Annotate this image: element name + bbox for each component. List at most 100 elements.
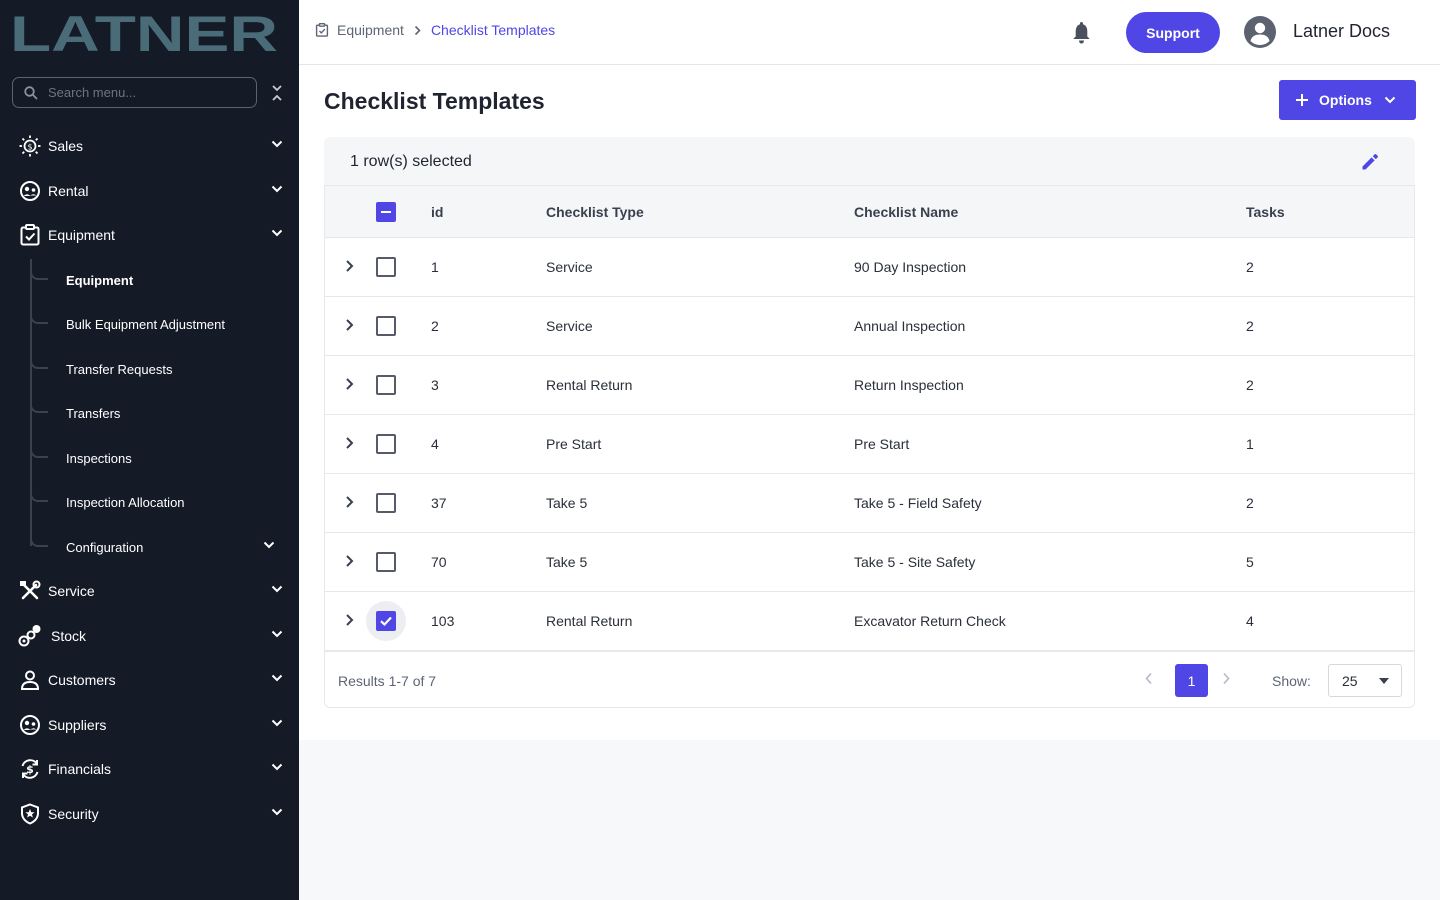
equipment-icon — [18, 223, 42, 247]
svg-text:$: $ — [27, 143, 32, 152]
page-button-current[interactable]: 1 — [1175, 664, 1208, 697]
row-checkbox[interactable] — [376, 552, 396, 572]
row-checkbox[interactable] — [376, 434, 396, 454]
sidebar-subitem-label: Inspection Allocation — [66, 494, 185, 510]
chevron-right-icon[interactable] — [345, 495, 354, 509]
cell-id: 1 — [431, 259, 439, 275]
sidebar-item-security[interactable]: Security — [0, 794, 299, 834]
chevron-right-icon[interactable] — [345, 318, 354, 332]
cell-tasks: 2 — [1246, 318, 1254, 334]
table-row[interactable]: 37 Take 5 Take 5 - Field Safety 2 — [325, 474, 1414, 533]
sidebar-subitem-label: Inspections — [66, 450, 132, 466]
chevron-right-icon[interactable] — [1222, 672, 1230, 685]
breadcrumb: Equipment Checklist Templates — [315, 22, 555, 38]
chevron-right-icon[interactable] — [345, 259, 354, 273]
column-header-checklist-type[interactable]: Checklist Type — [546, 204, 644, 220]
plus-icon — [1296, 94, 1308, 106]
sidebar-item-rental[interactable]: Rental — [0, 171, 299, 211]
tree-connector — [30, 351, 48, 369]
search-input[interactable] — [48, 85, 238, 100]
chevron-down-icon — [271, 719, 283, 727]
sidebar-subitem-bulk-equipment-adjustment[interactable]: Bulk Equipment Adjustment — [30, 304, 299, 344]
user-name[interactable]: Latner Docs — [1293, 21, 1390, 42]
sidebar-subitem-inspections[interactable]: Inspections — [30, 438, 299, 478]
page-title: Checklist Templates — [324, 88, 545, 114]
collapse-icon — [272, 85, 282, 101]
row-checkbox[interactable] — [376, 316, 396, 336]
notification-bell-icon[interactable] — [1072, 22, 1091, 44]
sidebar-item-label: Customers — [48, 672, 116, 688]
sidebar: LATNER $ Sales Rental Equipment Equipmen… — [0, 0, 299, 900]
sidebar-subitem-equipment[interactable]: Equipment — [30, 260, 299, 300]
sidebar-item-sales[interactable]: $ Sales — [0, 126, 299, 166]
sidebar-item-suppliers[interactable]: Suppliers — [0, 705, 299, 745]
service-icon — [18, 579, 42, 603]
sidebar-item-customers[interactable]: Customers — [0, 660, 299, 700]
table-row[interactable]: 1 Service 90 Day Inspection 2 — [325, 238, 1414, 297]
column-header-tasks[interactable]: Tasks — [1246, 204, 1285, 220]
table-row[interactable]: 70 Take 5 Take 5 - Site Safety 5 — [325, 533, 1414, 592]
chevron-down-icon — [271, 229, 283, 237]
chevron-down-icon — [263, 541, 275, 549]
cell-checklist-name: Excavator Return Check — [854, 613, 1006, 629]
chevron-right-icon[interactable] — [345, 554, 354, 568]
table-row[interactable]: 3 Rental Return Return Inspection 2 — [325, 356, 1414, 415]
collapse-sidebar-button[interactable] — [268, 82, 286, 104]
sidebar-subitem-configuration[interactable]: Configuration — [30, 527, 299, 567]
row-checkbox-checked[interactable] — [376, 611, 396, 631]
row-checkbox[interactable] — [376, 493, 396, 513]
customers-icon — [18, 668, 42, 692]
sidebar-item-service[interactable]: Service — [0, 571, 299, 611]
sidebar-subitem-label: Bulk Equipment Adjustment — [66, 316, 225, 332]
support-button[interactable]: Support — [1126, 12, 1220, 53]
chevron-right-icon[interactable] — [345, 613, 354, 627]
breadcrumb-separator — [414, 25, 421, 36]
chevron-right-icon[interactable] — [345, 436, 354, 450]
table-row[interactable]: 4 Pre Start Pre Start 1 — [325, 415, 1414, 474]
cell-checklist-name: Take 5 - Site Safety — [854, 554, 976, 570]
sidebar-item-equipment[interactable]: Equipment — [0, 215, 299, 255]
sidebar-subitem-transfers[interactable]: Transfers — [30, 393, 299, 433]
sidebar-subitem-inspection-allocation[interactable]: Inspection Allocation — [30, 482, 299, 522]
table-row-selected[interactable]: 103 Rental Return Excavator Return Check… — [325, 592, 1414, 651]
page-size-select[interactable]: 25 — [1328, 664, 1402, 697]
chevron-right-icon[interactable] — [345, 377, 354, 391]
row-checkbox[interactable] — [376, 257, 396, 277]
edit-pencil-icon[interactable] — [1361, 153, 1379, 171]
tree-connector — [30, 306, 48, 324]
sidebar-item-label: Sales — [48, 138, 84, 154]
sidebar-item-label: Rental — [48, 183, 89, 199]
options-label: Options — [1319, 92, 1372, 108]
svg-text:LATNER: LATNER — [10, 10, 278, 54]
cell-checklist-name: Annual Inspection — [854, 318, 966, 334]
cell-checklist-type: Pre Start — [546, 436, 602, 452]
sidebar-subitem-transfer-requests[interactable]: Transfer Requests — [30, 349, 299, 389]
sidebar-item-label: Financials — [48, 761, 112, 777]
selection-count: 1 row(s) selected — [350, 153, 472, 170]
tree-connector — [30, 395, 48, 413]
column-header-checklist-name[interactable]: Checklist Name — [854, 204, 958, 220]
cell-checklist-type: Rental Return — [546, 613, 633, 629]
page-size-label: Show: — [1272, 673, 1311, 689]
table-row[interactable]: 2 Service Annual Inspection 2 — [325, 297, 1414, 356]
chevron-down-icon — [271, 808, 283, 816]
column-header-id[interactable]: id — [431, 204, 443, 220]
chevron-right-icon — [414, 25, 421, 35]
cell-tasks: 1 — [1246, 436, 1254, 452]
cell-tasks: 4 — [1246, 613, 1254, 629]
select-all-checkbox[interactable] — [376, 202, 396, 222]
user-avatar-icon[interactable] — [1244, 16, 1276, 48]
breadcrumb-link-equipment[interactable]: Equipment — [337, 22, 404, 38]
sidebar-item-stock[interactable]: Stock — [0, 616, 299, 656]
cell-checklist-type: Rental Return — [546, 377, 633, 393]
cell-id: 4 — [431, 436, 439, 452]
sidebar-item-financials[interactable]: $ Financials — [0, 749, 299, 789]
cell-tasks: 2 — [1246, 259, 1254, 275]
row-checkbox[interactable] — [376, 375, 396, 395]
chevron-left-icon[interactable] — [1145, 672, 1153, 685]
options-button[interactable]: Options — [1279, 80, 1416, 120]
rental-icon — [18, 179, 42, 203]
cell-checklist-type: Take 5 — [546, 554, 588, 570]
chevron-down-icon — [271, 630, 283, 638]
chevron-down-icon — [271, 140, 283, 148]
